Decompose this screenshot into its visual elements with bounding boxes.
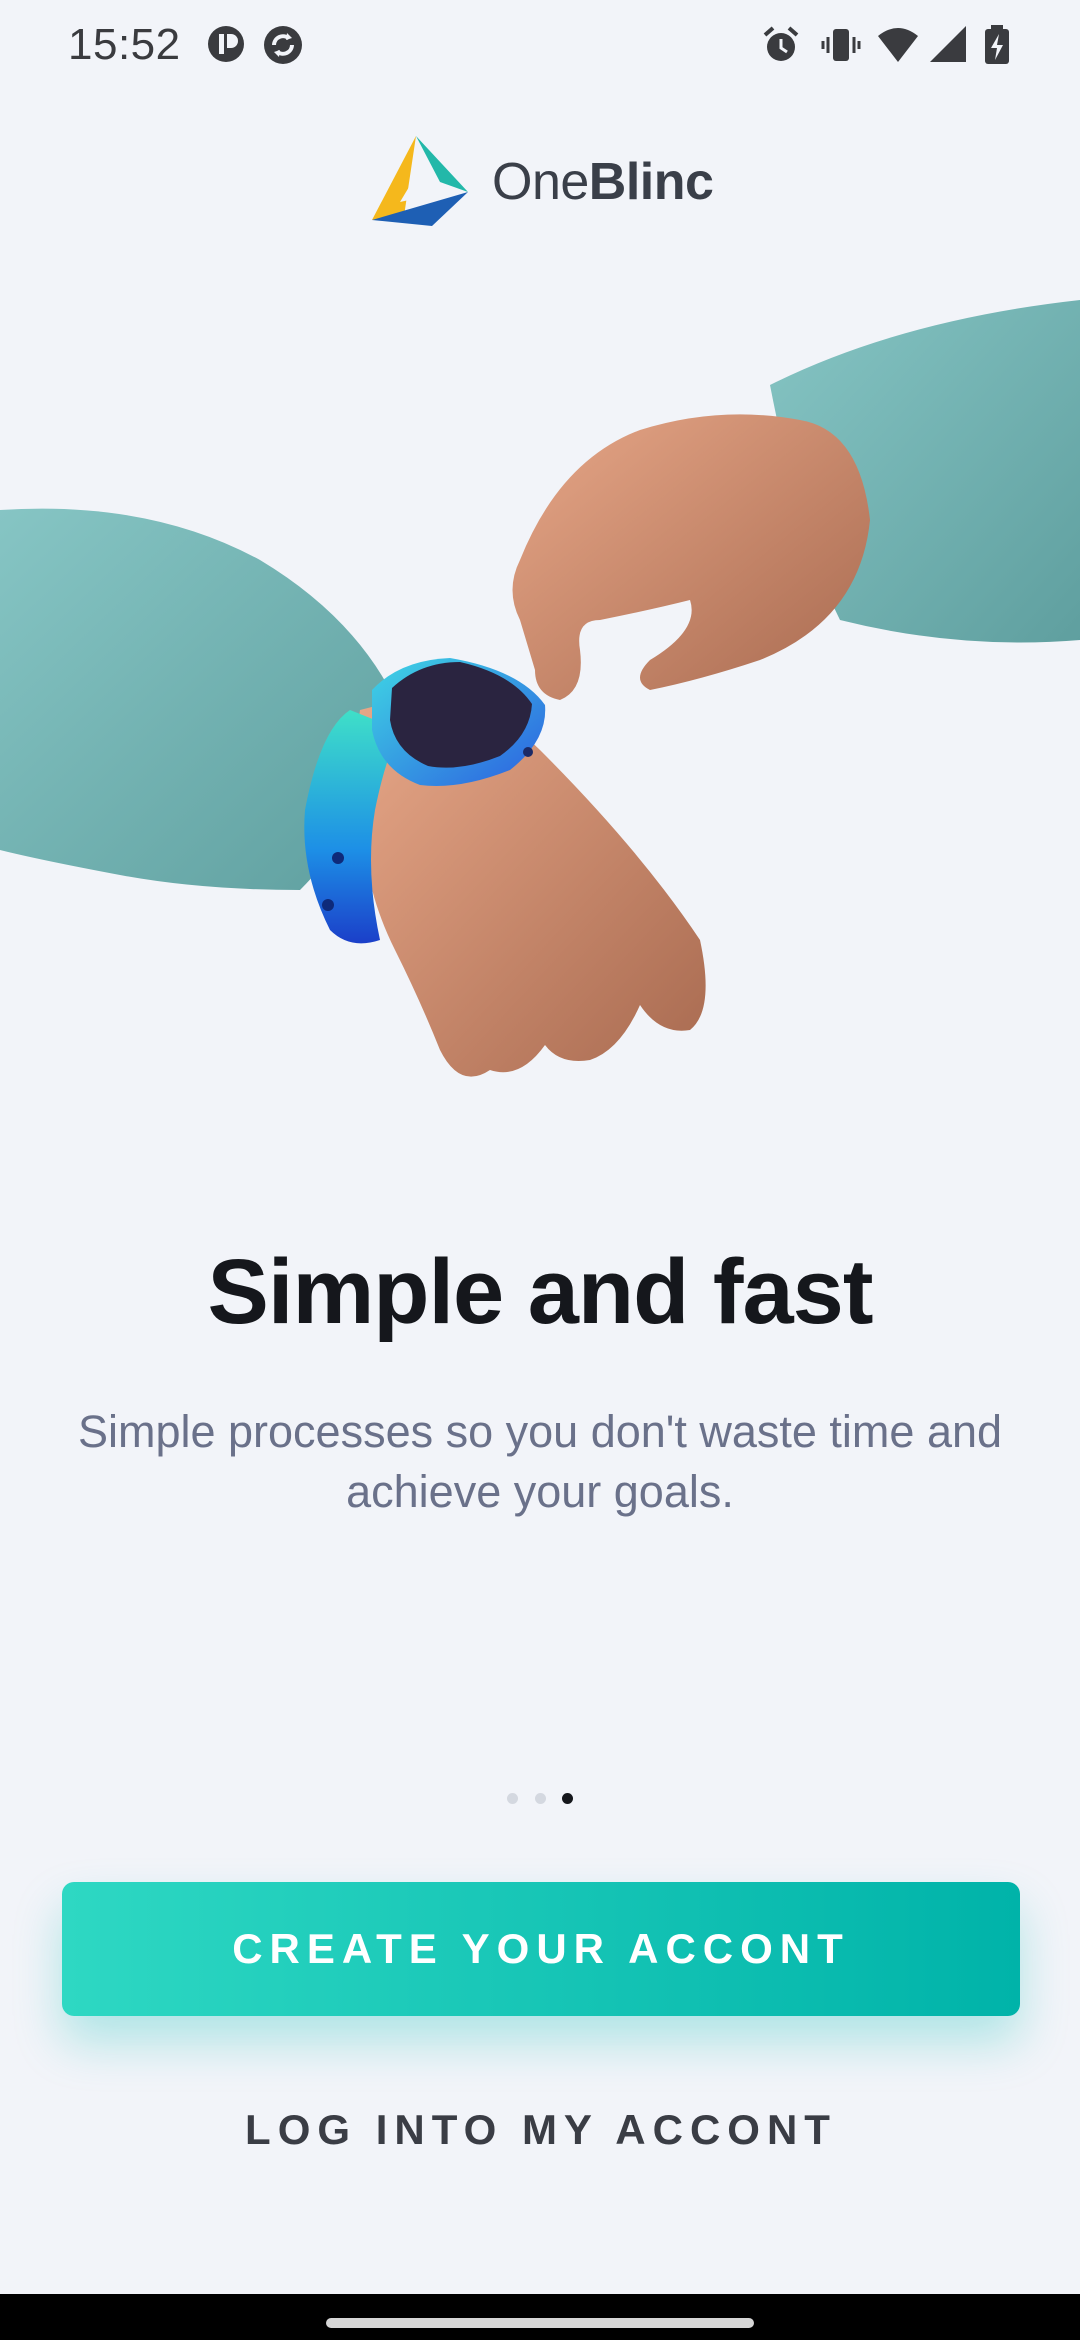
onboarding-subtitle: Simple processes so you don't waste time… bbox=[77, 1406, 1003, 1517]
home-gesture-handle[interactable] bbox=[326, 2318, 754, 2328]
smartwatch-hands-illustration bbox=[0, 290, 1080, 1150]
brand-logo-mark-icon bbox=[372, 136, 468, 226]
sync-icon bbox=[262, 24, 304, 71]
gesture-nav-bar bbox=[0, 2294, 1080, 2340]
pager-dot-3-active[interactable] bbox=[561, 1793, 573, 1805]
status-time: 15:52 bbox=[68, 20, 181, 69]
status-bar: 15:52 bbox=[0, 0, 1080, 92]
pager-indicator bbox=[0, 1790, 1080, 1808]
brand-name-light: One bbox=[492, 153, 589, 211]
vibrate-icon bbox=[820, 24, 862, 71]
pager-dot-1[interactable] bbox=[507, 1793, 519, 1805]
battery-charging-icon bbox=[982, 24, 1012, 71]
alarm-icon bbox=[760, 24, 802, 71]
wifi-icon bbox=[876, 24, 920, 71]
pager-dot-2[interactable] bbox=[534, 1793, 546, 1805]
signal-icon bbox=[928, 24, 968, 71]
brand-name: OneBlinc bbox=[492, 152, 714, 212]
create-account-button[interactable]: CREATE YOUR ACCONT bbox=[62, 1882, 1020, 2016]
onboarding-screen: 15:52 OneBlinc Simple and fast Simple pr… bbox=[0, 0, 1080, 2340]
brand-logo: OneBlinc bbox=[370, 130, 714, 230]
onboarding-headline: Simple and fast bbox=[207, 1241, 874, 1343]
brand-name-bold: Blinc bbox=[588, 153, 714, 211]
carrier-app-icon bbox=[206, 24, 246, 69]
login-button[interactable]: LOG INTO MY ACCONT bbox=[62, 2090, 1020, 2170]
